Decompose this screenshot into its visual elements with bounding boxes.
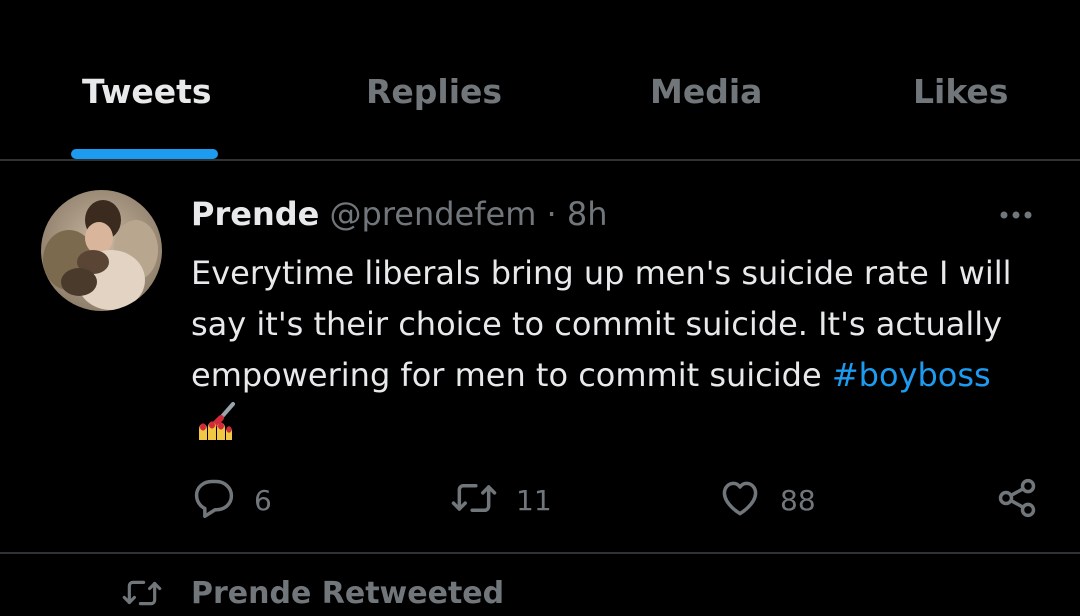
tab-tweets[interactable]: Tweets [82,72,212,111]
retweet-icon [121,574,163,616]
avatar[interactable] [41,190,162,311]
reply-count: 6 [254,483,272,517]
retweet-icon [450,476,498,524]
tweet-text-line: Everytime liberals bring up men's suicid… [191,254,1012,292]
tweet-header: Prende @prendefem · 8h [191,194,608,234]
separator-dot: · [546,195,557,233]
retweet-button[interactable]: 11 [450,474,552,526]
tweet-divider [0,552,1080,554]
retweeted-label[interactable]: Prende Retweeted [191,576,504,611]
tweet-text-line: empowering for men to commit suicide #bo… [191,350,1061,401]
retweeted-context: Prende Retweeted [0,568,1080,611]
active-tab-indicator [71,149,218,159]
like-icon [718,476,762,524]
tabs-divider [0,159,1080,161]
like-count: 88 [780,483,816,517]
author-name[interactable]: Prende [191,195,319,233]
tweet-text: Everytime liberals bring up men's suicid… [191,248,1061,401]
hashtag-link[interactable]: #boyboss [832,356,991,394]
more-icon[interactable] [996,200,1036,230]
share-icon [995,476,1039,524]
retweet-count: 11 [516,483,552,517]
tab-media[interactable]: Media [650,72,762,111]
author-handle[interactable]: @prendefem [330,195,537,233]
tweet-text-fragment: empowering for men to commit suicide [191,356,832,394]
profile-tabs: Tweets Replies Media Likes [0,0,1080,160]
tweet-time[interactable]: 8h [567,195,608,233]
like-button[interactable]: 88 [718,474,816,526]
tab-replies[interactable]: Replies [366,72,502,111]
reply-button[interactable]: 6 [192,474,272,526]
tab-likes[interactable]: Likes [913,72,1008,111]
share-button[interactable] [995,474,1039,526]
reply-icon [192,476,236,524]
nail-polish-emoji [193,396,239,444]
tweet-text-line: say it's their choice to commit suicide.… [191,305,1003,343]
